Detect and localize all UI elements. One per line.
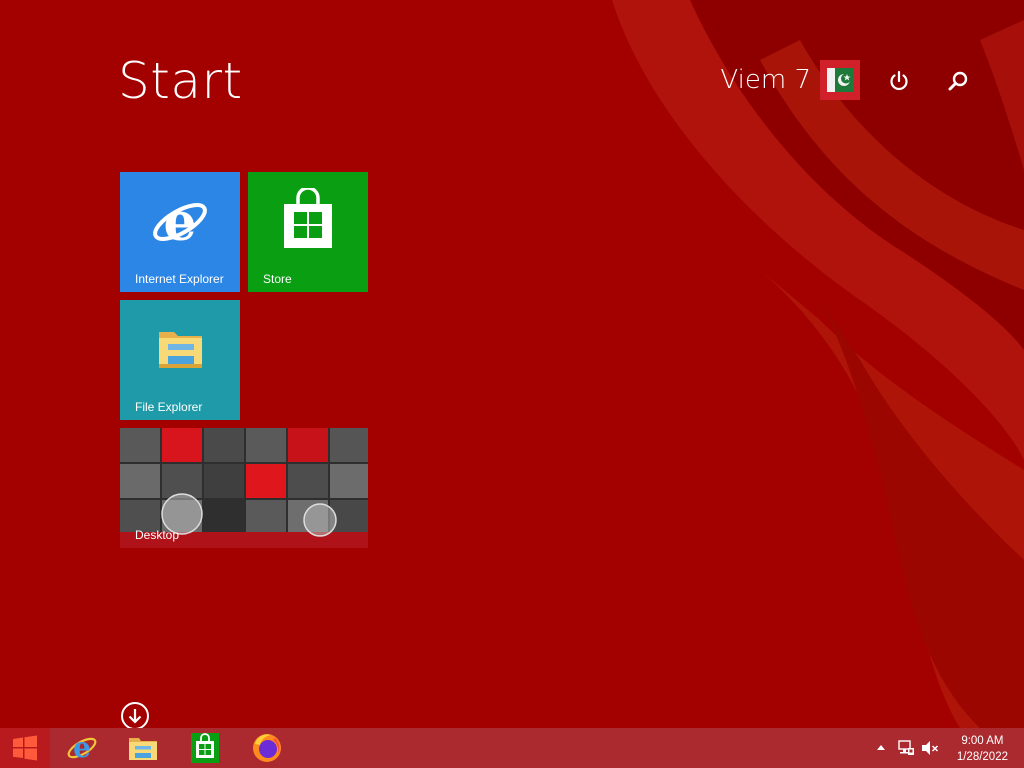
folder-icon — [159, 332, 202, 368]
taskbar-internet-explorer[interactable]: e — [54, 728, 110, 768]
start-title: Start — [118, 52, 243, 110]
svg-text:e: e — [73, 732, 91, 764]
user-name[interactable]: Viem 7 — [720, 65, 811, 95]
taskbar-firefox[interactable] — [239, 728, 295, 768]
arrow-down-icon — [121, 702, 149, 730]
show-hidden-icons-button[interactable] — [873, 728, 889, 768]
speaker-muted-icon — [922, 741, 939, 755]
clock-time: 9:00 AM — [961, 735, 1004, 747]
chevron-up-icon — [877, 745, 885, 750]
tile-label: Desktop — [135, 528, 180, 542]
tile-file-explorer[interactable]: File Explorer — [120, 300, 240, 420]
internet-explorer-icon: e — [153, 192, 207, 252]
volume-control[interactable] — [919, 728, 941, 768]
windows-logo-icon — [13, 735, 37, 761]
search-button[interactable] — [943, 66, 973, 96]
store-icon — [191, 733, 219, 763]
power-button[interactable] — [884, 66, 914, 96]
firefox-icon — [253, 734, 281, 762]
taskbar-store[interactable] — [177, 728, 233, 768]
start-button[interactable] — [0, 728, 50, 768]
network-status[interactable] — [895, 728, 917, 768]
tile-label: File Explorer — [135, 400, 203, 414]
network-icon — [898, 740, 914, 755]
search-icon — [948, 71, 968, 91]
tile-internet-explorer[interactable]: e Internet Explorer — [120, 172, 240, 292]
taskbar-file-explorer[interactable] — [115, 728, 171, 768]
user-avatar[interactable] — [820, 60, 860, 100]
taskbar-clock[interactable]: 9:00 AM 1/28/2022 — [957, 733, 1008, 765]
store-icon — [284, 188, 332, 248]
all-apps-button[interactable] — [120, 701, 150, 731]
folder-icon — [129, 738, 157, 760]
power-icon — [890, 70, 908, 91]
internet-explorer-icon: e — [67, 732, 97, 764]
tile-desktop[interactable]: Desktop — [120, 428, 368, 548]
clock-date: 1/28/2022 — [956, 751, 1008, 763]
tile-store[interactable]: Store — [248, 172, 368, 292]
taskbar: e 9:00 AM 1/28/2022 — [0, 728, 1024, 768]
tile-label: Store — [263, 272, 292, 286]
svg-text:e: e — [163, 192, 196, 252]
tile-label: Internet Explorer — [135, 272, 224, 286]
